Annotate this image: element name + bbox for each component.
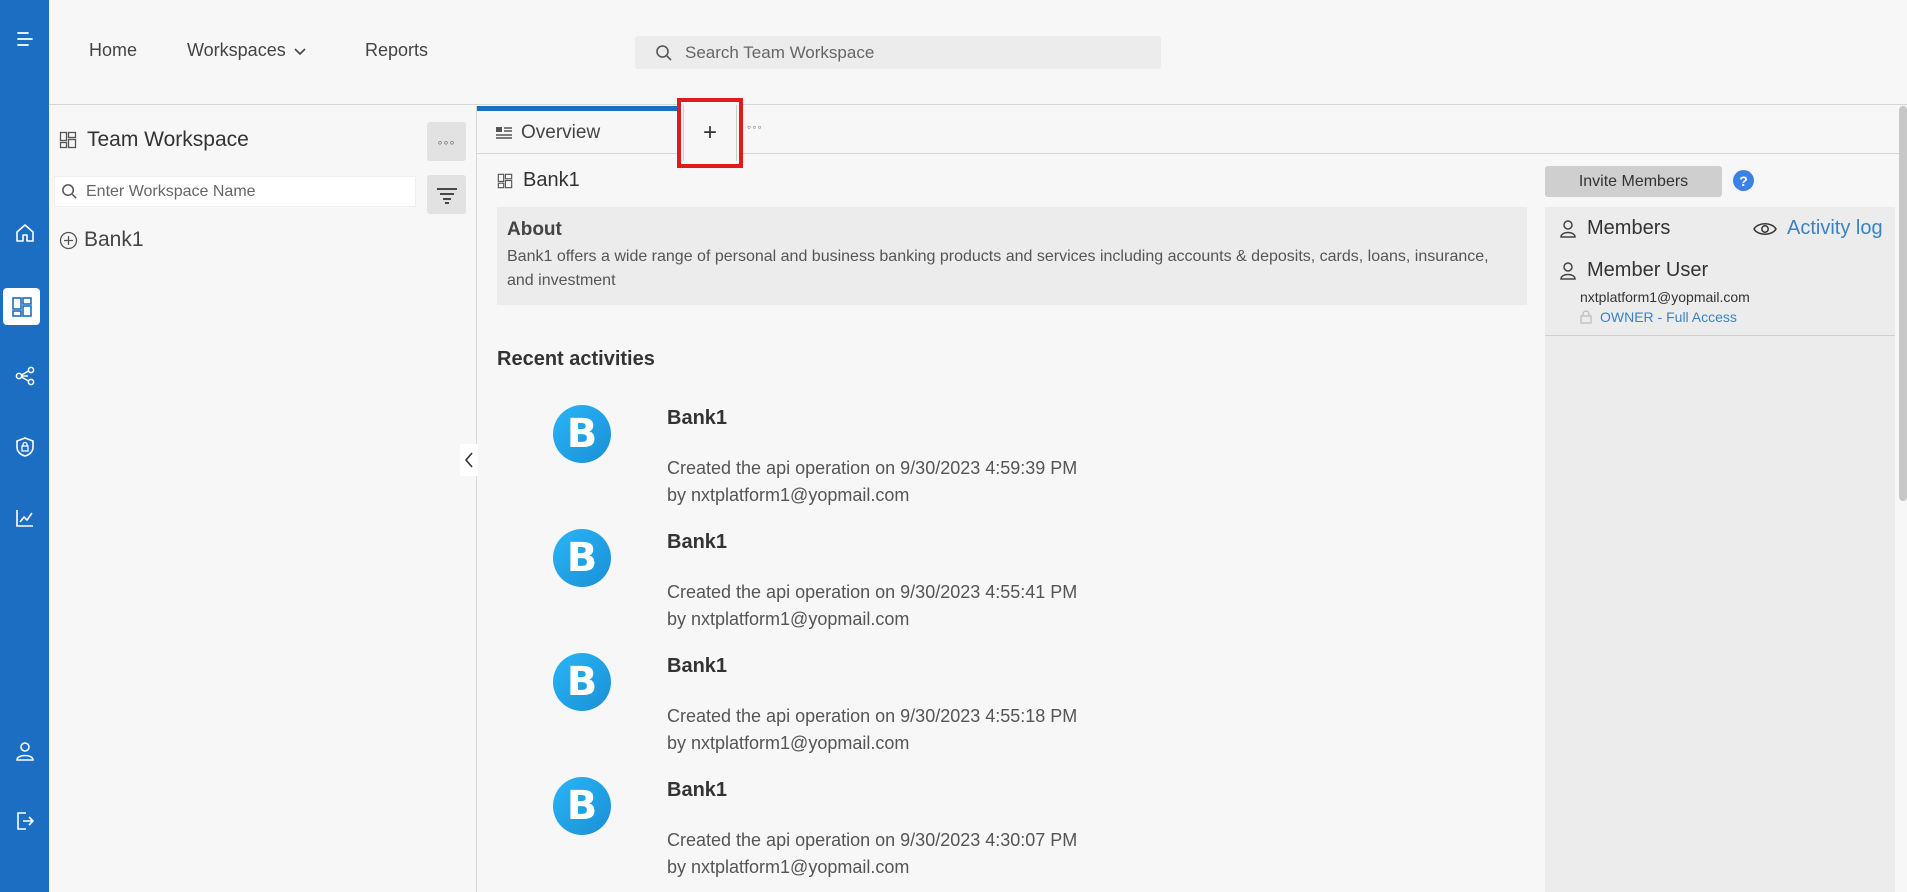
activity-description: Created the api operation on 9/30/2023 4…	[667, 703, 1077, 757]
security-icon[interactable]	[0, 428, 49, 466]
sidebar-title: Team Workspace	[59, 128, 249, 152]
avatar: B	[553, 653, 611, 711]
activity-line: Created the api operation on 9/30/2023 4…	[667, 458, 1078, 478]
sidebar-title-label: Team Workspace	[87, 128, 249, 151]
lock-icon	[1580, 310, 1592, 324]
workspace-list-item-label: Bank1	[84, 228, 144, 251]
tab-overview[interactable]: Overview	[477, 106, 677, 154]
about-title: About	[507, 219, 562, 240]
activity-item: B Bank1 Created the api operation on 9/3…	[553, 653, 1253, 763]
invite-members-button[interactable]: Invite Members	[1545, 166, 1722, 197]
activity-item: B Bank1 Created the api operation on 9/3…	[553, 777, 1253, 887]
filter-button[interactable]	[427, 175, 466, 214]
activity-author: by nxtplatform1@yopmail.com	[667, 485, 910, 505]
nav-reports[interactable]: Reports	[365, 40, 428, 61]
main-content: Bank1 About Bank1 offers a wide range of…	[477, 155, 1547, 892]
activity-author: by nxtplatform1@yopmail.com	[667, 733, 910, 753]
nav-home-label: Home	[89, 40, 138, 60]
recent-activities-title: Recent activities	[497, 348, 655, 370]
activity-log-link[interactable]: Activity log	[1753, 217, 1883, 240]
nav-workspaces[interactable]: Workspaces	[187, 40, 308, 61]
search-icon	[656, 44, 672, 61]
workspace-sidebar: Team Workspace ◦◦◦ Bank1	[49, 106, 477, 892]
logout-icon[interactable]	[0, 802, 49, 840]
member-row: Member User	[1559, 259, 1708, 282]
user-icon	[1560, 262, 1576, 280]
about-section: About Bank1 offers a wide range of perso…	[497, 207, 1527, 305]
sidebar-more-button[interactable]: ◦◦◦	[427, 122, 466, 161]
members-title: Members	[1587, 217, 1671, 239]
tab-overview-label: Overview	[521, 121, 601, 143]
user-icon[interactable]	[0, 732, 49, 770]
activity-name: Bank1	[667, 407, 728, 429]
chevron-left-icon	[464, 452, 473, 468]
tab-bar: Overview + ◦◦◦	[477, 98, 1907, 168]
member-email: nxtplatform1@yopmail.com	[1580, 289, 1750, 305]
add-tab-plus: +	[683, 105, 737, 161]
members-header: Members	[1559, 217, 1670, 240]
collapse-sidebar-button[interactable]	[460, 444, 478, 476]
activity-author: by nxtplatform1@yopmail.com	[667, 609, 910, 629]
workspace-list-item[interactable]: Bank1	[59, 228, 144, 252]
member-role: OWNER - Full Access	[1580, 309, 1737, 325]
home-icon[interactable]	[0, 214, 49, 252]
activity-name: Bank1	[667, 779, 728, 801]
activity-line: Created the api operation on 9/30/2023 4…	[667, 706, 1078, 726]
expand-plus-icon[interactable]	[59, 231, 78, 250]
left-rail	[0, 0, 49, 892]
activity-description: Created the api operation on 9/30/2023 4…	[667, 455, 1077, 509]
workspace-name: Bank1	[523, 169, 580, 191]
nav-home[interactable]: Home	[89, 40, 137, 61]
analytics-icon[interactable]	[0, 499, 49, 537]
avatar: B	[553, 777, 611, 835]
eye-icon	[1753, 222, 1777, 235]
activity-author: by nxtplatform1@yopmail.com	[667, 857, 910, 877]
workspace-icon	[497, 173, 513, 188]
workspace-icon	[59, 131, 77, 149]
members-panel: Members Activity log Member User nxtplat…	[1545, 207, 1895, 892]
workspace-search[interactable]	[54, 176, 416, 207]
workspace-icon[interactable]	[3, 288, 40, 325]
activity-line: Created the api operation on 9/30/2023 4…	[667, 582, 1078, 602]
top-bar: Home Workspaces Reports	[49, 0, 1907, 105]
about-text: Bank1 offers a wide range of personal an…	[507, 248, 1489, 289]
user-icon	[1560, 220, 1576, 238]
member-name: Member User	[1587, 259, 1709, 281]
filter-icon	[436, 187, 457, 204]
avatar: B	[553, 405, 611, 463]
workspace-search-input[interactable]	[86, 182, 406, 201]
member-role-label: OWNER - Full Access	[1600, 309, 1737, 325]
help-icon[interactable]: ?	[1733, 170, 1754, 191]
activity-description: Created the api operation on 9/30/2023 4…	[667, 827, 1077, 881]
activity-description: Created the api operation on 9/30/2023 4…	[667, 579, 1077, 633]
activity-log-label: Activity log	[1787, 217, 1883, 239]
activity-item: B Bank1 Created the api operation on 9/3…	[553, 529, 1253, 639]
avatar: B	[553, 529, 611, 587]
global-search[interactable]	[635, 36, 1161, 69]
search-icon	[62, 184, 77, 199]
scrollbar[interactable]	[1899, 106, 1907, 501]
nav-workspaces-label: Workspaces	[187, 40, 286, 60]
integration-icon[interactable]	[0, 357, 49, 395]
menu-icon[interactable]	[0, 20, 49, 58]
chevron-down-icon	[294, 47, 306, 55]
activity-item: B Bank1 Created the api operation on 9/3…	[553, 405, 1253, 515]
tab-more-button[interactable]: ◦◦◦	[747, 120, 763, 134]
activity-line: Created the api operation on 9/30/2023 4…	[667, 830, 1078, 850]
activity-name: Bank1	[667, 531, 728, 553]
activity-name: Bank1	[667, 655, 728, 677]
global-search-input[interactable]	[685, 42, 1125, 63]
divider	[1545, 335, 1895, 336]
nav-reports-label: Reports	[365, 40, 429, 60]
overview-icon	[496, 126, 512, 139]
workspace-header: Bank1	[497, 169, 580, 192]
